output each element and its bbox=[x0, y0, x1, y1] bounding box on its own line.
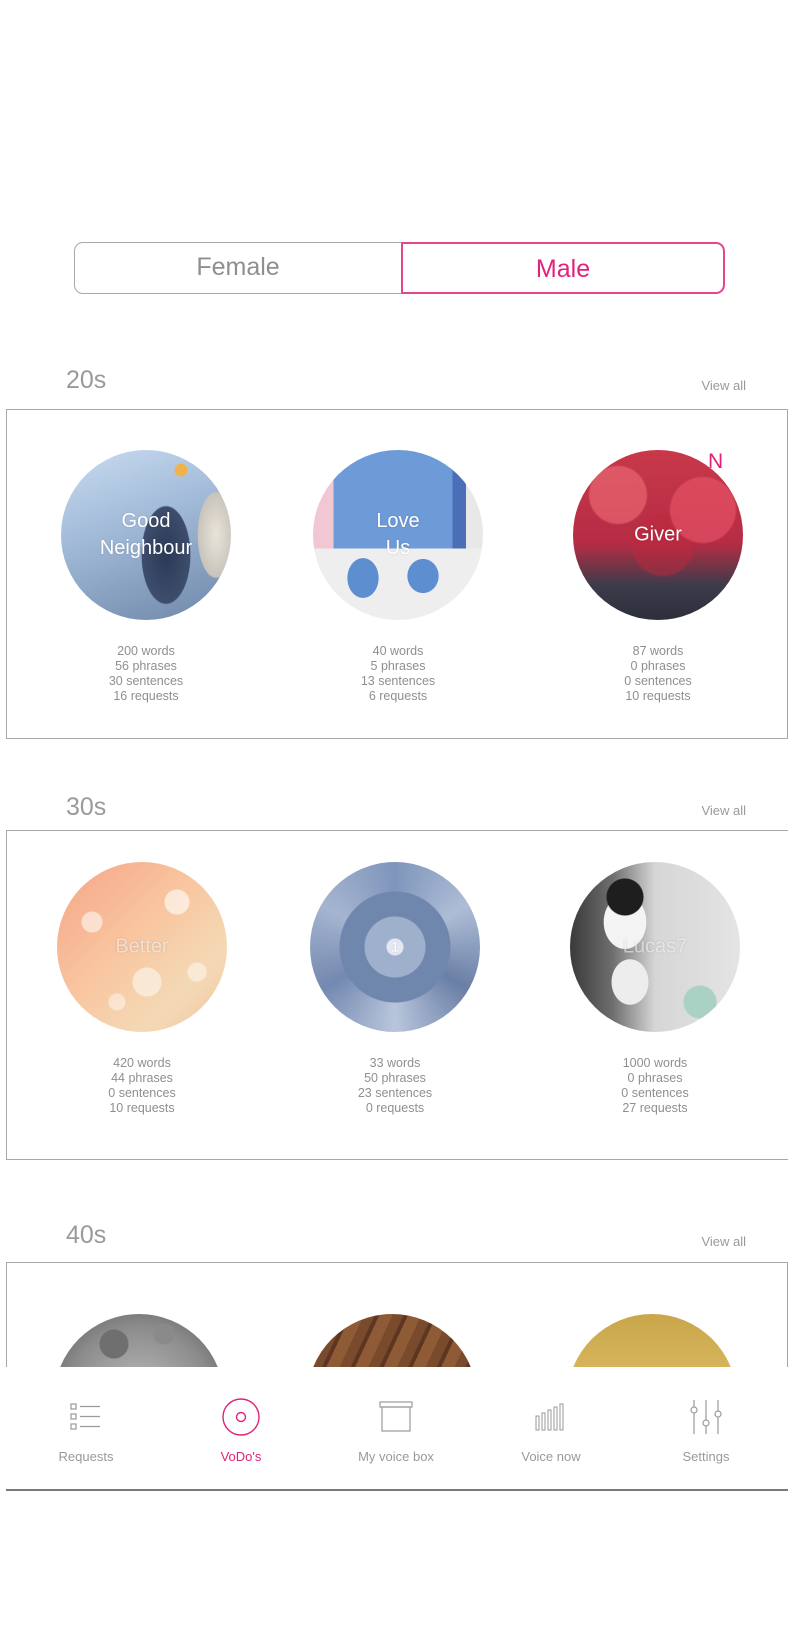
peach-bokeh-image: Better bbox=[57, 862, 227, 1032]
circle-label: Love Us bbox=[376, 510, 420, 559]
new-badge: N bbox=[708, 450, 724, 473]
requests-count: 10 requests bbox=[109, 1101, 175, 1115]
voice-item-better[interactable]: Better 420 words 44 phrases 0 sentences … bbox=[52, 862, 232, 1116]
section-card-40s bbox=[6, 1262, 788, 1368]
words-count: 40 words bbox=[372, 644, 424, 658]
phrases-count: 5 phrases bbox=[370, 659, 426, 673]
sentences-count: 13 sentences bbox=[360, 674, 436, 688]
view-all-30s-link[interactable]: View all bbox=[701, 803, 746, 818]
voice-item-wood[interactable] bbox=[302, 1314, 482, 1367]
wood-image bbox=[307, 1314, 477, 1367]
voice-item-good-neighbour[interactable]: Good Neighbour 200 words 56 phrases 30 se… bbox=[56, 450, 236, 704]
words-count: 1000 words bbox=[622, 1056, 688, 1070]
requests-count: 0 requests bbox=[365, 1101, 425, 1115]
female-tab[interactable]: Female bbox=[75, 242, 401, 294]
phrases-count: 50 phrases bbox=[364, 1071, 426, 1085]
voice-item-love-us[interactable]: Love Us 40 words 5 phrases 13 sentences 6… bbox=[308, 450, 488, 704]
gender-segmented-control: Female Male bbox=[74, 242, 725, 294]
view-all-20s-link[interactable]: View all bbox=[701, 378, 746, 393]
tab-label: Settings bbox=[682, 1449, 730, 1464]
phrases-count: 56 phrases bbox=[115, 659, 177, 673]
settings-sliders-icon bbox=[646, 1397, 766, 1437]
sentences-count: 30 sentences bbox=[108, 674, 184, 688]
circle-label: Giver bbox=[634, 523, 682, 546]
item-stats: 420 words 44 phrases 0 sentences 10 requ… bbox=[52, 1056, 232, 1116]
voice-item-giver[interactable]: Giver 87 words 0 phrases 0 sentences 10 … bbox=[568, 450, 748, 704]
tab-label: Voice now bbox=[521, 1449, 581, 1464]
circle-label: 1 bbox=[391, 938, 399, 955]
phrases-count: 44 phrases bbox=[111, 1071, 173, 1085]
item-stats: 40 words 5 phrases 13 sentences 6 reques… bbox=[308, 644, 488, 704]
tab-settings[interactable]: Settings bbox=[646, 1397, 766, 1464]
section-card-30s: Better 420 words 44 phrases 0 sentences … bbox=[6, 830, 788, 1160]
circle-label: Better bbox=[115, 935, 169, 958]
tab-label: My voice box bbox=[358, 1449, 434, 1464]
voice-item-golden-field[interactable] bbox=[562, 1314, 742, 1367]
requests-count: 6 requests bbox=[368, 689, 428, 703]
sentences-count: 23 sentences bbox=[357, 1086, 433, 1100]
phrases-count: 0 phrases bbox=[630, 659, 686, 673]
phrases-count: 0 phrases bbox=[627, 1071, 683, 1085]
view-all-40s-link[interactable]: View all bbox=[701, 1234, 746, 1249]
voice-item-1[interactable]: 1 33 words 50 phrases 23 sentences 0 req… bbox=[305, 862, 485, 1116]
moon-image bbox=[54, 1314, 224, 1367]
tab-vodos[interactable]: VoDo's bbox=[181, 1397, 301, 1464]
tab-label: VoDo's bbox=[220, 1449, 262, 1464]
bottom-tab-bar: Requests VoDo's My voice box Voice now S… bbox=[6, 1367, 788, 1491]
tab-my-voice-box[interactable]: My voice box bbox=[336, 1397, 456, 1464]
item-stats: 87 words 0 phrases 0 sentences 10 reques… bbox=[568, 644, 748, 704]
words-count: 33 words bbox=[369, 1056, 421, 1070]
requests-count: 16 requests bbox=[113, 689, 179, 703]
tab-voice-now[interactable]: Voice now bbox=[491, 1397, 611, 1464]
sentences-count: 0 sentences bbox=[624, 674, 692, 688]
tab-requests[interactable]: Requests bbox=[26, 1397, 146, 1464]
voice-bars-icon bbox=[491, 1397, 611, 1437]
item-stats: 1000 words 0 phrases 0 sentences 27 requ… bbox=[565, 1056, 745, 1116]
male-tab[interactable]: Male bbox=[401, 242, 725, 294]
tab-label: Requests bbox=[58, 1449, 114, 1464]
blue-flower-image: 1 bbox=[310, 862, 480, 1032]
voice-box-icon bbox=[336, 1397, 456, 1437]
vodo-disc-icon bbox=[181, 1397, 301, 1437]
section-title-20s: 20s bbox=[66, 366, 107, 394]
item-stats: 200 words 56 phrases 30 sentences 16 req… bbox=[56, 644, 236, 704]
words-count: 87 words bbox=[632, 644, 684, 658]
item-stats: 33 words 50 phrases 23 sentences 0 reque… bbox=[305, 1056, 485, 1116]
words-count: 200 words bbox=[117, 644, 175, 658]
penguins-image: Good Neighbour bbox=[61, 450, 231, 620]
circle-label: Lucas7 bbox=[622, 935, 688, 958]
requests-count: 10 requests bbox=[625, 689, 691, 703]
requests-list-icon bbox=[26, 1397, 146, 1437]
requests-count: 27 requests bbox=[622, 1101, 688, 1115]
dripping-paint-image: Love Us bbox=[313, 450, 483, 620]
puppy-image: Lucas7 bbox=[570, 862, 740, 1032]
voice-item-lucas7[interactable]: Lucas7 1000 words 0 phrases 0 sentences … bbox=[565, 862, 745, 1116]
sentences-count: 0 sentences bbox=[621, 1086, 689, 1100]
sentences-count: 0 sentences bbox=[108, 1086, 176, 1100]
golden-field-image bbox=[567, 1314, 737, 1367]
words-count: 420 words bbox=[113, 1056, 171, 1070]
voice-item-moon[interactable] bbox=[49, 1314, 229, 1367]
section-title-40s: 40s bbox=[66, 1221, 107, 1249]
section-title-30s: 30s bbox=[66, 793, 107, 821]
section-card-20s: Good Neighbour 200 words 56 phrases 30 se… bbox=[6, 409, 788, 739]
red-bokeh-image: Giver bbox=[573, 450, 743, 620]
circle-label: Good Neighbour bbox=[99, 510, 193, 559]
